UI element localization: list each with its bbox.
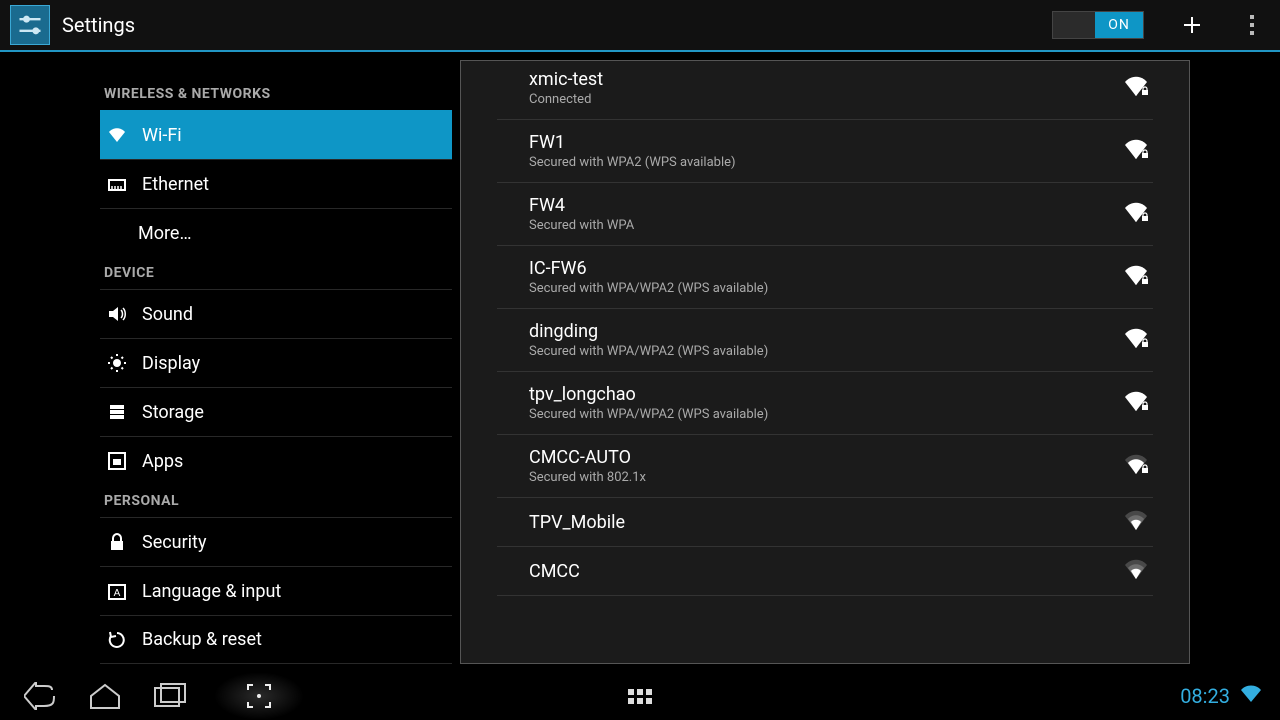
wifi-signal-icon bbox=[1125, 559, 1153, 583]
settings-sidebar: WIRELESS & NETWORKS Wi-Fi Ethernet More… DEV… bbox=[0, 52, 452, 672]
wifi-network-list: xmic-test Connected FW1 Secured with WPA2 … bbox=[460, 60, 1190, 664]
wifi-ssid: CMCC bbox=[529, 561, 1125, 582]
wifi-status-text: Secured with WPA/WPA2 (WPS available) bbox=[529, 344, 1125, 359]
category-header: WIRELESS & NETWORKS bbox=[100, 78, 452, 110]
backup-icon bbox=[106, 629, 128, 651]
screenshot-button[interactable] bbox=[214, 672, 304, 720]
category-header: PERSONAL bbox=[100, 485, 452, 517]
storage-icon bbox=[106, 401, 128, 423]
wifi-ssid: tpv_longchao bbox=[529, 384, 1125, 405]
settings-app-icon bbox=[10, 5, 50, 45]
home-button[interactable] bbox=[86, 679, 124, 713]
sidebar-item-label: Security bbox=[142, 532, 206, 553]
sidebar-item-label: Sound bbox=[142, 304, 193, 325]
wifi-ssid: xmic-test bbox=[529, 69, 1125, 90]
sidebar-item-security[interactable]: Security bbox=[100, 517, 452, 566]
system-navbar: 08:23 bbox=[0, 672, 1280, 720]
category-header: DEVICE bbox=[100, 257, 452, 289]
wifi-network-item[interactable]: IC-FW6 Secured with WPA/WPA2 (WPS availab… bbox=[497, 246, 1153, 309]
sidebar-item-label: More… bbox=[138, 223, 192, 244]
wifi-status-icon bbox=[1240, 684, 1262, 708]
ethernet-icon bbox=[106, 173, 128, 195]
sidebar-item-backup[interactable]: Backup & reset bbox=[100, 615, 452, 664]
sidebar-item-label: Backup & reset bbox=[142, 629, 262, 650]
language-icon: A bbox=[106, 580, 128, 602]
sidebar-item-display[interactable]: Display bbox=[100, 338, 452, 387]
wifi-signal-locked-icon bbox=[1125, 202, 1153, 226]
sidebar-item-apps[interactable]: Apps bbox=[100, 436, 452, 485]
sidebar-item-language[interactable]: A Language & input bbox=[100, 566, 452, 615]
wifi-signal-locked-icon bbox=[1125, 454, 1153, 478]
wifi-signal-locked-icon bbox=[1125, 265, 1153, 289]
display-icon bbox=[106, 352, 128, 374]
wifi-ssid: TPV_Mobile bbox=[529, 512, 1125, 533]
wifi-network-item[interactable]: FW1 Secured with WPA2 (WPS available) bbox=[497, 120, 1153, 183]
wifi-toggle-label: ON bbox=[1095, 12, 1143, 38]
sidebar-item-label: Apps bbox=[142, 451, 183, 472]
sidebar-item-label: Language & input bbox=[142, 581, 281, 602]
recent-apps-button[interactable] bbox=[150, 679, 188, 713]
sound-icon bbox=[106, 303, 128, 325]
wifi-network-item[interactable]: CMCC-AUTO Secured with 802.1x bbox=[497, 435, 1153, 498]
security-icon bbox=[106, 531, 128, 553]
app-drawer-button[interactable] bbox=[620, 672, 660, 720]
wifi-status-text: Secured with WPA/WPA2 (WPS available) bbox=[529, 407, 1125, 422]
svg-text:A: A bbox=[114, 588, 121, 599]
wifi-network-item[interactable]: TPV_Mobile bbox=[497, 498, 1153, 547]
wifi-toggle[interactable]: ON bbox=[1052, 11, 1144, 39]
wifi-network-item[interactable]: dingding Secured with WPA/WPA2 (WPS avail… bbox=[497, 309, 1153, 372]
sidebar-item-label: Ethernet bbox=[142, 174, 209, 195]
wifi-network-item[interactable]: CMCC bbox=[497, 547, 1153, 596]
action-bar: Settings ON bbox=[0, 0, 1280, 52]
wifi-status-text: Secured with WPA bbox=[529, 218, 1125, 233]
wifi-status-text: Secured with WPA/WPA2 (WPS available) bbox=[529, 281, 1125, 296]
wifi-status-text: Secured with 802.1x bbox=[529, 470, 1125, 485]
sidebar-item-more[interactable]: More… bbox=[100, 208, 452, 257]
sidebar-item-sound[interactable]: Sound bbox=[100, 289, 452, 338]
wifi-icon bbox=[106, 124, 128, 146]
overflow-menu-button[interactable] bbox=[1232, 5, 1272, 45]
add-network-button[interactable] bbox=[1172, 5, 1212, 45]
wifi-ssid: FW1 bbox=[529, 132, 1125, 153]
wifi-status-text: Connected bbox=[529, 92, 1125, 107]
page-title: Settings bbox=[62, 13, 135, 37]
apps-icon bbox=[106, 450, 128, 472]
wifi-signal-locked-icon bbox=[1125, 139, 1153, 163]
sidebar-item-label: Display bbox=[142, 353, 200, 374]
wifi-network-item[interactable]: FW4 Secured with WPA bbox=[497, 183, 1153, 246]
wifi-status-text: Secured with WPA2 (WPS available) bbox=[529, 155, 1125, 170]
wifi-signal-locked-icon bbox=[1125, 328, 1153, 352]
wifi-ssid: IC-FW6 bbox=[529, 258, 1125, 279]
wifi-signal-icon bbox=[1125, 510, 1153, 534]
sidebar-item-storage[interactable]: Storage bbox=[100, 387, 452, 436]
wifi-ssid: CMCC-AUTO bbox=[529, 447, 1125, 468]
wifi-signal-locked-icon bbox=[1125, 391, 1153, 415]
sidebar-item-label: Storage bbox=[142, 402, 204, 423]
wifi-ssid: FW4 bbox=[529, 195, 1125, 216]
sidebar-item-label: Wi-Fi bbox=[142, 125, 182, 146]
sidebar-item-ethernet[interactable]: Ethernet bbox=[100, 159, 452, 208]
wifi-network-item[interactable]: tpv_longchao Secured with WPA/WPA2 (WPS a… bbox=[497, 372, 1153, 435]
wifi-ssid: dingding bbox=[529, 321, 1125, 342]
wifi-signal-locked-icon bbox=[1125, 76, 1153, 100]
sidebar-item-wifi[interactable]: Wi-Fi bbox=[100, 110, 452, 159]
back-button[interactable] bbox=[22, 679, 60, 713]
wifi-network-item[interactable]: xmic-test Connected bbox=[497, 61, 1153, 120]
clock: 08:23 bbox=[1180, 684, 1230, 708]
